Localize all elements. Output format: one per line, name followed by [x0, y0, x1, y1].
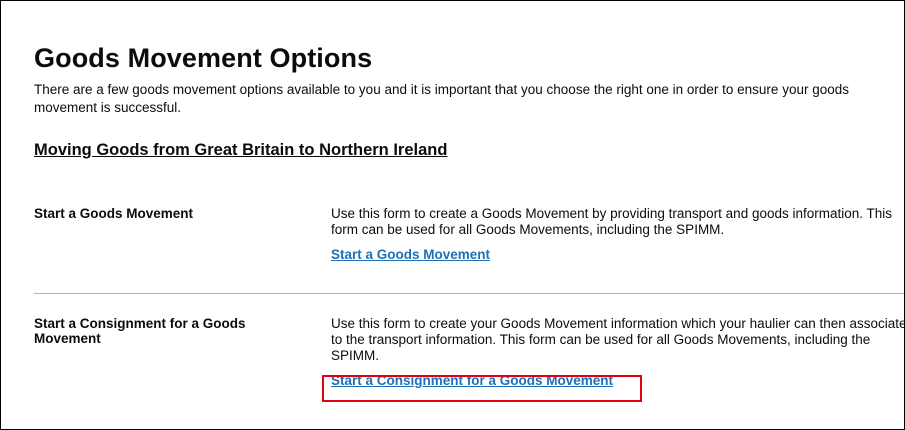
- start-goods-movement-link[interactable]: Start a Goods Movement: [331, 246, 490, 263]
- main-content: Goods Movement Options There are a few g…: [34, 41, 905, 402]
- option-description-block: Use this form to create a Goods Movement…: [331, 206, 905, 263]
- option-description: Use this form to create your Goods Movem…: [331, 316, 905, 363]
- page-title: Goods Movement Options: [34, 43, 373, 73]
- highlight-box: [322, 375, 642, 402]
- section-heading: Moving Goods from Great Britain to North…: [34, 141, 448, 159]
- section-divider: [34, 293, 904, 294]
- option-label: Start a Consignment for a Goods Movement: [34, 316, 246, 346]
- intro-text: There are a few goods movement options a…: [34, 82, 849, 115]
- page-frame: Goods Movement Options There are a few g…: [0, 0, 905, 430]
- option-description: Use this form to create a Goods Movement…: [331, 206, 893, 237]
- option-label: Start a Goods Movement: [34, 206, 194, 221]
